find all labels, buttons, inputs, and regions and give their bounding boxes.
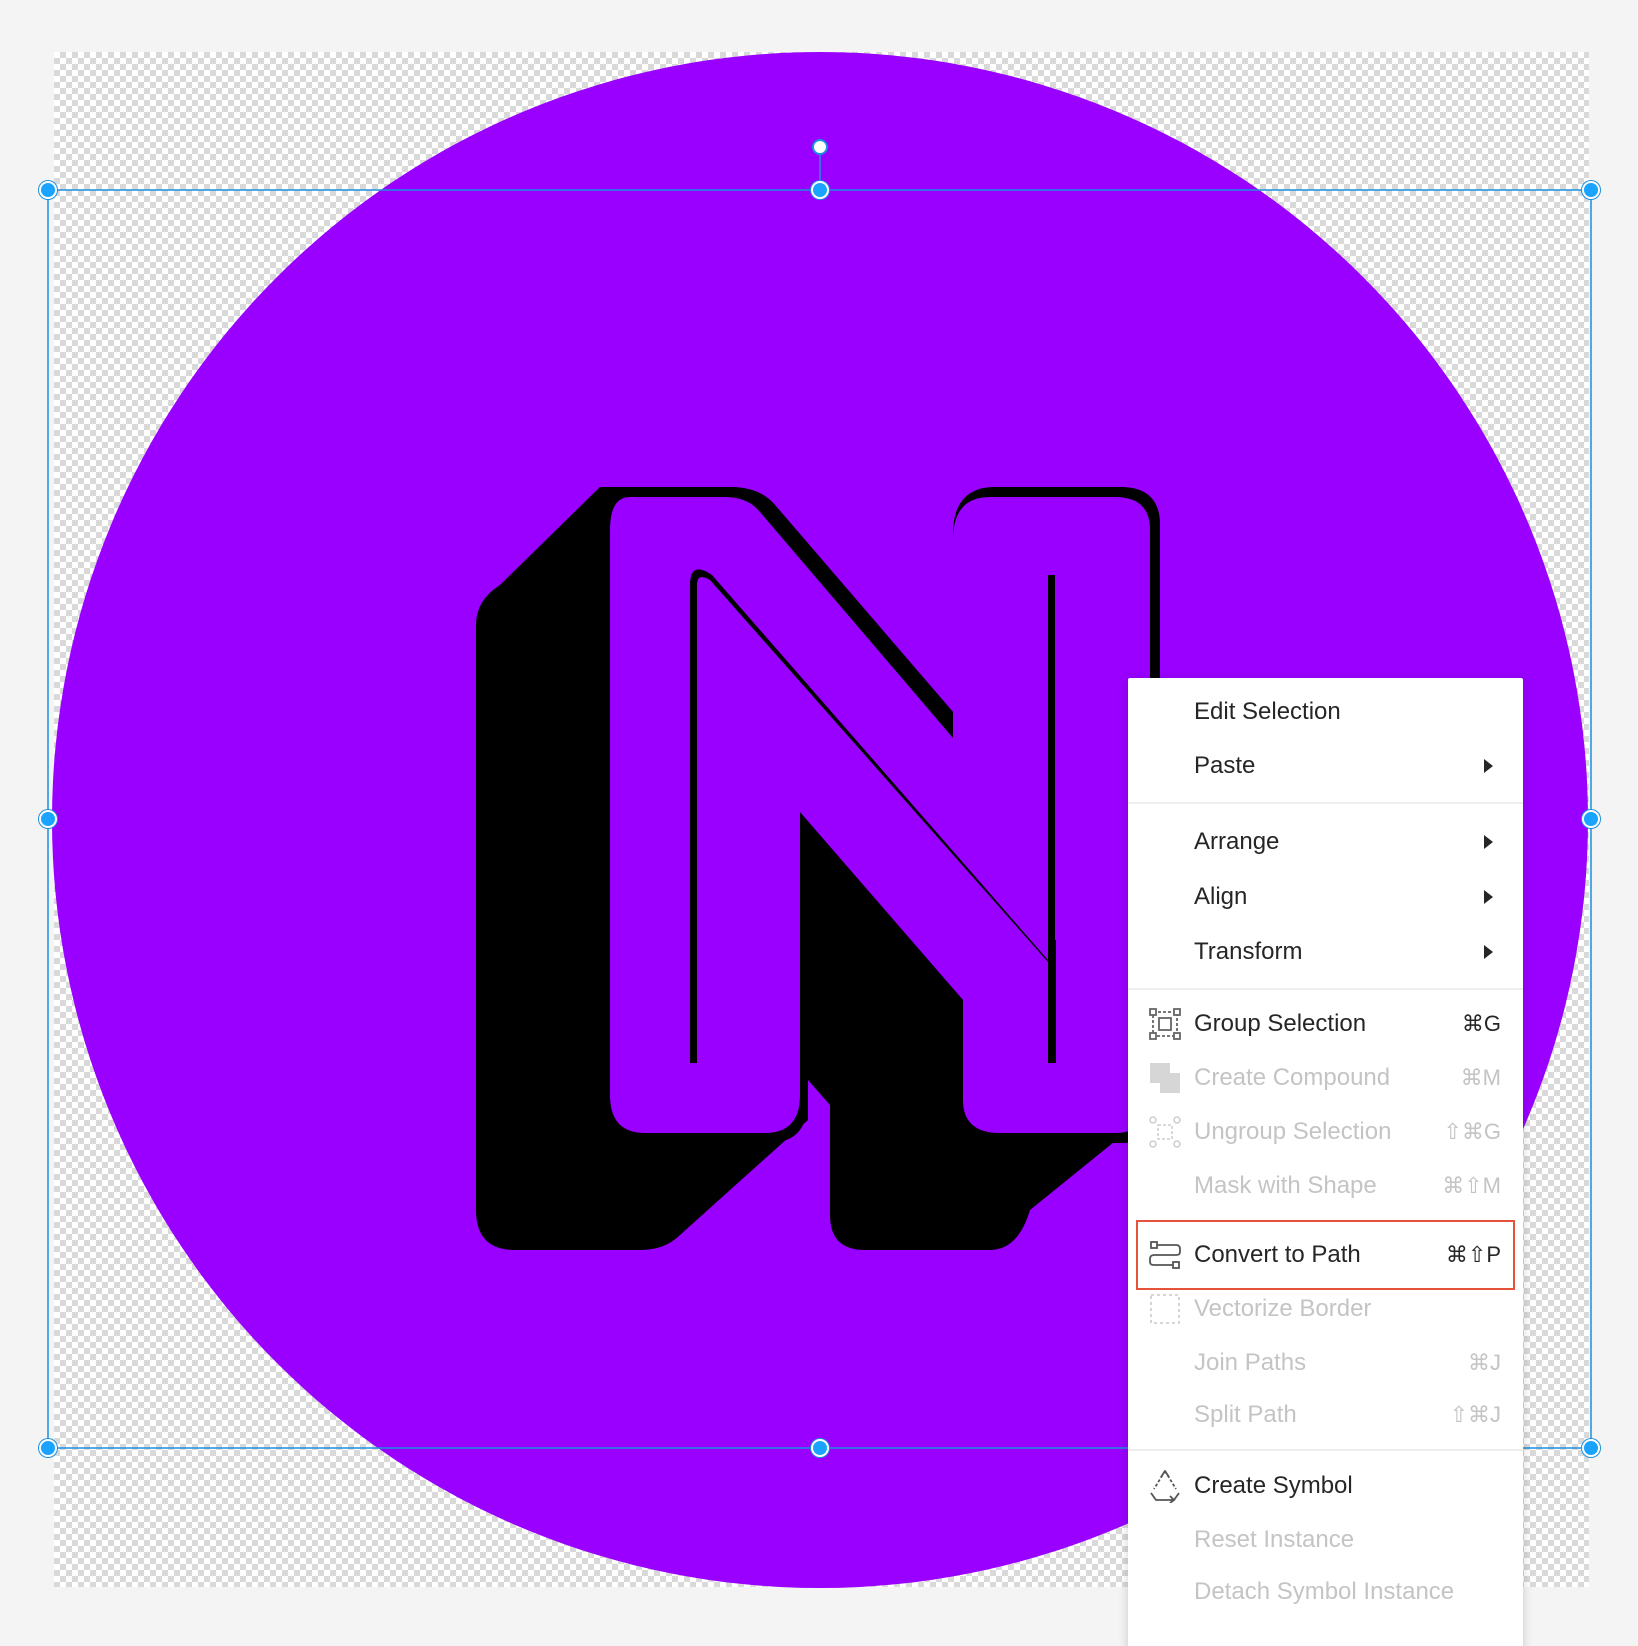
menu-item-label: Create Symbol bbox=[1194, 1472, 1353, 1499]
menu-item-label: Vectorize Border bbox=[1194, 1295, 1372, 1322]
menu-item-edit-selection[interactable]: Edit Selection bbox=[1128, 686, 1523, 738]
menu-item-ungroup-selection[interactable]: Ungroup Selection ⇧⌘G bbox=[1128, 1106, 1523, 1158]
resize-handle-right[interactable] bbox=[1582, 810, 1600, 828]
menu-item-label: Convert to Path bbox=[1194, 1241, 1361, 1268]
menu-separator bbox=[1128, 802, 1523, 804]
menu-item-label: Mask with Shape bbox=[1194, 1172, 1377, 1199]
menu-item-label: Paste bbox=[1194, 752, 1256, 779]
menu-item-mask-with-shape[interactable]: Mask with Shape ⌘⇧M bbox=[1128, 1160, 1523, 1212]
menu-item-label: Ungroup Selection bbox=[1194, 1118, 1392, 1145]
menu-item-shortcut: ⌘⇧P bbox=[1445, 1242, 1501, 1267]
rotate-handle[interactable] bbox=[812, 139, 828, 155]
menu-item-align[interactable]: Align bbox=[1128, 871, 1523, 923]
menu-item-arrange[interactable]: Arrange bbox=[1128, 816, 1523, 868]
menu-item-shortcut: ⇧⌘J bbox=[1449, 1402, 1501, 1427]
ungroup-icon bbox=[1149, 1116, 1181, 1148]
menu-separator bbox=[1128, 988, 1523, 990]
menu-item-group-selection[interactable]: Group Selection ⌘G bbox=[1128, 998, 1523, 1050]
menu-item-shortcut: ⌘G bbox=[1461, 1011, 1501, 1036]
vectorize-border-icon bbox=[1150, 1294, 1180, 1324]
menu-item-shortcut: ⌘⇧M bbox=[1442, 1173, 1501, 1198]
menu-item-split-path[interactable]: Split Path ⇧⌘J bbox=[1128, 1389, 1523, 1441]
create-symbol-icon bbox=[1150, 1470, 1180, 1503]
design-canvas[interactable]: Edit Selection Paste Arrange Align Trans… bbox=[0, 0, 1638, 1646]
menu-item-create-compound[interactable]: Create Compound ⌘M bbox=[1128, 1052, 1523, 1104]
resize-handle-top[interactable] bbox=[811, 181, 829, 199]
menu-item-convert-to-path[interactable]: Convert to Path ⌘⇧P bbox=[1128, 1229, 1523, 1281]
resize-handle-bottom[interactable] bbox=[811, 1439, 829, 1457]
menu-item-create-symbol[interactable]: Create Symbol bbox=[1128, 1460, 1523, 1512]
menu-item-detach-symbol-instance[interactable]: Detach Symbol Instance bbox=[1128, 1566, 1523, 1618]
menu-item-label: Transform bbox=[1194, 938, 1303, 965]
submenu-arrow-icon bbox=[1484, 945, 1493, 959]
menu-item-transform[interactable]: Transform bbox=[1128, 926, 1523, 978]
menu-item-vectorize-border[interactable]: Vectorize Border bbox=[1128, 1283, 1523, 1335]
convert-path-icon bbox=[1149, 1241, 1181, 1269]
resize-handle-top-left[interactable] bbox=[39, 181, 57, 199]
menu-item-label: Group Selection bbox=[1194, 1010, 1367, 1037]
menu-item-shortcut: ⌘J bbox=[1468, 1350, 1501, 1375]
menu-separator bbox=[1128, 1449, 1523, 1451]
menu-item-shortcut: ⌘M bbox=[1460, 1065, 1501, 1090]
group-icon bbox=[1149, 1008, 1181, 1040]
resize-handle-top-right[interactable] bbox=[1582, 181, 1600, 199]
menu-item-label: Align bbox=[1194, 883, 1248, 910]
menu-item-label: Reset Instance bbox=[1194, 1526, 1355, 1553]
menu-item-reset-instance[interactable]: Reset Instance bbox=[1128, 1514, 1523, 1566]
menu-item-label: Join Paths bbox=[1194, 1349, 1307, 1376]
menu-item-shortcut: ⇧⌘G bbox=[1443, 1119, 1501, 1144]
submenu-arrow-icon bbox=[1484, 890, 1493, 904]
resize-handle-bottom-left[interactable] bbox=[39, 1439, 57, 1457]
resize-handle-bottom-right[interactable] bbox=[1582, 1439, 1600, 1457]
menu-item-label: Edit Selection bbox=[1194, 698, 1341, 725]
menu-item-label: Split Path bbox=[1194, 1401, 1297, 1428]
submenu-arrow-icon bbox=[1484, 759, 1493, 773]
menu-item-join-paths[interactable]: Join Paths ⌘J bbox=[1128, 1337, 1523, 1389]
menu-item-paste[interactable]: Paste bbox=[1128, 740, 1523, 792]
resize-handle-left[interactable] bbox=[39, 810, 57, 828]
menu-item-label: Arrange bbox=[1194, 828, 1280, 855]
compound-icon bbox=[1150, 1063, 1180, 1093]
submenu-arrow-icon bbox=[1484, 835, 1493, 849]
menu-item-label: Detach Symbol Instance bbox=[1194, 1578, 1455, 1605]
menu-item-label: Create Compound bbox=[1194, 1064, 1391, 1091]
context-menu: Edit Selection Paste Arrange Align Trans… bbox=[1128, 678, 1523, 1646]
